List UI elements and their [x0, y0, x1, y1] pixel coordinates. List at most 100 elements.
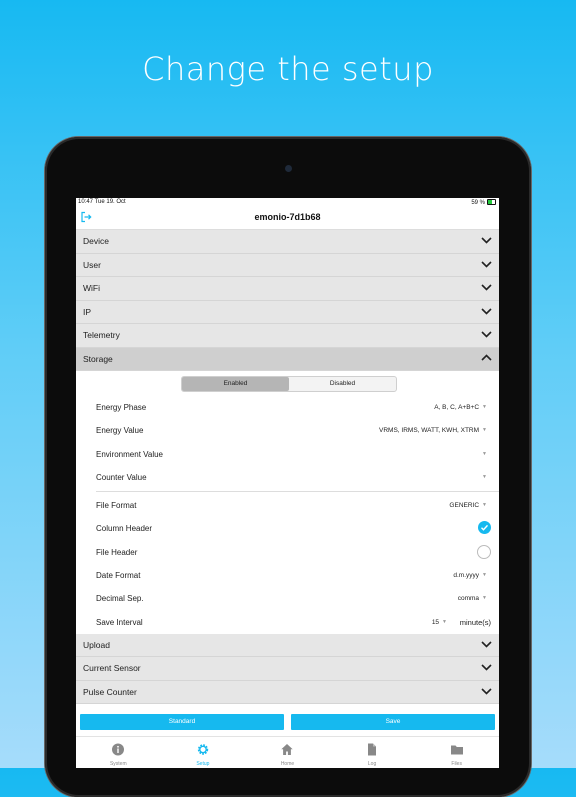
- row-label: Decimal Sep.: [96, 594, 144, 604]
- row-energy-value[interactable]: Energy Value VRMS, IRMS, WATT, KWH, XTRM…: [76, 419, 499, 442]
- section-upload[interactable]: Upload: [76, 633, 499, 658]
- chevron-up-icon: [481, 353, 492, 361]
- dropdown-caret-icon: ▼: [442, 618, 447, 625]
- row-label: Counter Value: [96, 472, 147, 482]
- file-format-value: GENERIC: [449, 502, 480, 510]
- row-value: GENERIC ▼: [449, 502, 487, 509]
- row-column-header: Column Header: [76, 517, 499, 540]
- status-date: Tue 19. Oct: [94, 199, 126, 205]
- section-user[interactable]: User: [76, 253, 499, 277]
- tab-system[interactable]: System: [76, 737, 161, 768]
- row-divider: [96, 491, 499, 493]
- date-format-value: d.m.yyyy: [453, 572, 480, 580]
- section-label: Current Sensor: [83, 663, 141, 674]
- section-telemetry[interactable]: Telemetry: [76, 324, 499, 348]
- tab-log[interactable]: Log: [330, 737, 415, 768]
- chevron-down-icon: [481, 688, 492, 695]
- row-save-interval: Save Interval 15 ▼ minute(s): [76, 611, 499, 634]
- dropdown-caret-icon: ▼: [482, 427, 487, 434]
- segment-enabled[interactable]: Enabled: [182, 377, 289, 391]
- section-current-sensor[interactable]: Current Sensor: [76, 657, 499, 681]
- status-time-date: 10:47 Tue 19. Oct: [78, 198, 126, 207]
- row-energy-phase[interactable]: Energy Phase A, B, C, A+B+C ▼: [76, 396, 499, 419]
- tab-label: Files: [451, 761, 462, 767]
- row-label: Energy Phase: [96, 403, 147, 412]
- row-label: Save Interval: [96, 617, 143, 627]
- tab-home[interactable]: Home: [245, 737, 330, 768]
- section-label: Telemetry: [83, 330, 120, 340]
- status-bar: 10:47 Tue 19. Oct 59 %: [76, 198, 499, 207]
- dropdown-caret-icon: ▼: [482, 450, 487, 457]
- row-counter-value[interactable]: Counter Value ▼: [76, 466, 499, 489]
- decimal-sep-value: comma: [457, 595, 480, 603]
- app-screen: 10:47 Tue 19. Oct 59 % emonio-7d1b68 Dev…: [76, 198, 499, 768]
- nav-title: emonio-7d1b68: [254, 212, 321, 222]
- row-label: File Format: [96, 501, 137, 511]
- section-storage[interactable]: Storage: [76, 347, 499, 371]
- gear-icon: [197, 744, 209, 755]
- tab-label: Setup: [196, 761, 210, 767]
- row-label: Date Format: [96, 571, 141, 581]
- section-device[interactable]: Device: [76, 230, 499, 254]
- column-header-checkbox[interactable]: [478, 521, 491, 535]
- chevron-down-icon: [481, 284, 492, 291]
- battery-icon: [487, 199, 496, 205]
- camera-dot: [285, 165, 292, 172]
- save-interval-value: 15: [431, 618, 440, 626]
- dropdown-caret-icon: ▼: [482, 473, 487, 480]
- section-label: Pulse Counter: [83, 686, 137, 697]
- section-label: Storage: [83, 353, 113, 364]
- energy-value-value: VRMS, IRMS, WATT, KWH, XTRM: [379, 427, 480, 435]
- row-value: VRMS, IRMS, WATT, KWH, XTRM ▼: [379, 427, 487, 434]
- tab-label: Home: [280, 761, 295, 767]
- row-decimal-sep[interactable]: Decimal Sep. comma ▼: [76, 587, 499, 610]
- marketing-headline: Change the setup: [142, 50, 434, 88]
- storage-enable-segment: Enabled Disabled: [181, 376, 397, 392]
- chevron-down-icon: [481, 664, 492, 672]
- section-wifi[interactable]: WiFi: [76, 277, 499, 301]
- row-file-format[interactable]: File Format GENERIC ▼: [76, 494, 499, 517]
- row-value: comma ▼: [458, 595, 487, 602]
- segment-disabled[interactable]: Disabled: [289, 377, 396, 391]
- dropdown-caret-icon: ▼: [482, 572, 487, 579]
- row-file-header: File Header: [76, 541, 499, 564]
- section-ip[interactable]: IP: [76, 300, 499, 324]
- chevron-down-icon: [481, 237, 492, 244]
- ipad-frame: 10:47 Tue 19. Oct 59 % emonio-7d1b68 Dev…: [45, 137, 531, 797]
- status-battery: 59 %: [471, 198, 496, 207]
- standard-button[interactable]: Standard: [80, 714, 284, 730]
- battery-percent: 59 %: [471, 200, 485, 206]
- row-date-format[interactable]: Date Format d.m.yyyy ▼: [76, 564, 499, 587]
- section-label: IP: [83, 306, 92, 317]
- section-label: Device: [83, 236, 109, 246]
- section-label: WiFi: [83, 283, 100, 293]
- chevron-down-icon: [481, 641, 492, 648]
- row-label: Column Header: [96, 524, 153, 534]
- home-icon: [281, 744, 294, 755]
- tab-label: Log: [367, 761, 377, 767]
- save-interval-select[interactable]: 15 ▼: [432, 619, 447, 626]
- row-value: d.m.yyyy ▼: [453, 572, 487, 579]
- tab-setup[interactable]: Setup: [161, 737, 246, 768]
- tab-label: System: [109, 761, 127, 767]
- section-pulse-counter[interactable]: Pulse Counter: [76, 680, 499, 705]
- chevron-down-icon: [481, 307, 492, 315]
- row-environment-value[interactable]: Environment Value ▼: [76, 443, 499, 466]
- dropdown-caret-icon: ▼: [482, 595, 487, 602]
- save-interval-unit: minute(s): [459, 617, 491, 627]
- row-label: File Header: [96, 547, 138, 557]
- dropdown-caret-icon: ▼: [482, 502, 487, 509]
- document-icon: [368, 743, 377, 756]
- row-value: A, B, C, A+B+C ▼: [434, 404, 487, 411]
- tab-files[interactable]: Files: [414, 737, 499, 768]
- tab-bar: System Setup Home Log Files: [76, 736, 499, 768]
- status-time: 10:47: [78, 199, 94, 205]
- nav-bar: emonio-7d1b68: [76, 207, 499, 230]
- chevron-down-icon: [481, 260, 492, 268]
- save-button[interactable]: Save: [291, 714, 495, 730]
- file-header-checkbox[interactable]: [477, 544, 491, 559]
- chevron-down-icon: [481, 331, 492, 338]
- row-label: Energy Value: [96, 426, 144, 436]
- section-label: Upload: [83, 639, 110, 650]
- section-label: User: [83, 259, 101, 270]
